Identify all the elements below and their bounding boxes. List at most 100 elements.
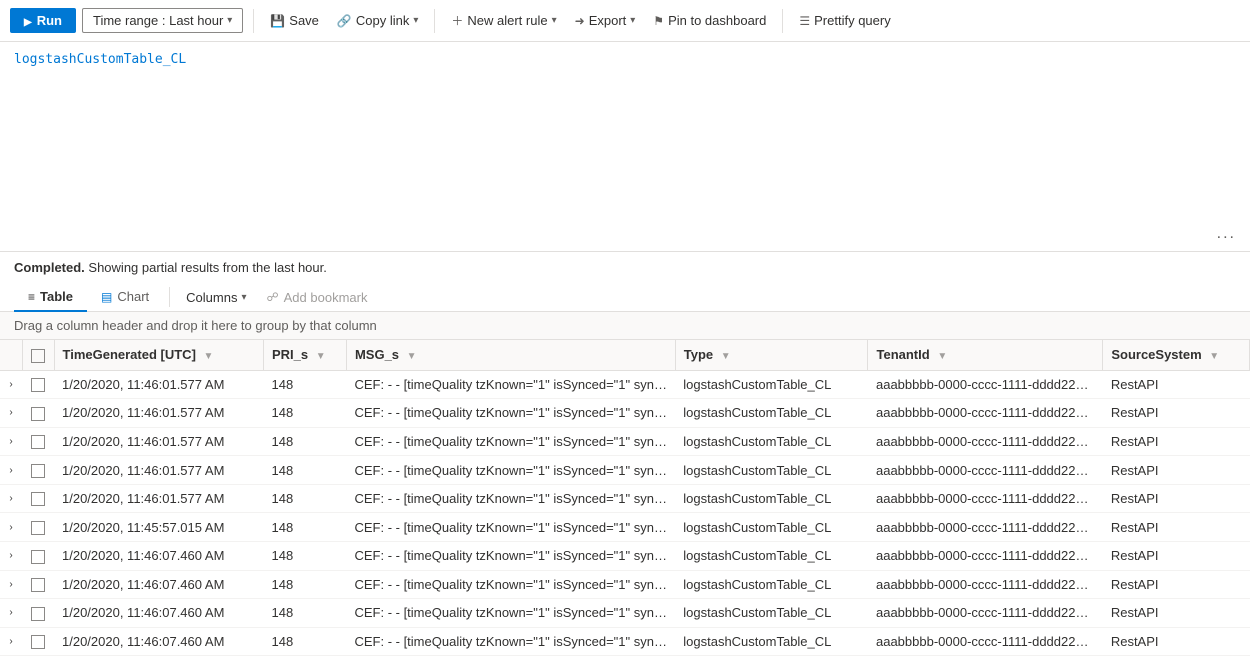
col-msg-header[interactable]: MSG_s ▼ (346, 340, 675, 370)
results-table-wrap[interactable]: TimeGenerated [UTC] ▼ PRI_s ▼ MSG_s ▼ Ty… (0, 340, 1250, 656)
cell-msg_s-6: CEF: - - [timeQuality tzKnown="1" isSync… (346, 541, 675, 570)
drag-hint: Drag a column header and drop it here to… (0, 312, 1250, 340)
prettify-query-button[interactable]: ☰ Prettify query (793, 9, 896, 32)
export-button[interactable]: ➜ Export ▾ (569, 9, 642, 32)
cell-type-0: logstashCustomTable_CL (675, 370, 868, 399)
query-editor[interactable]: logstashCustomTable_CL ... (0, 42, 1250, 252)
row-checkbox-6[interactable] (22, 541, 54, 570)
separator (253, 9, 254, 33)
drag-hint-text: Drag a column header and drop it here to… (14, 318, 377, 333)
row-checkbox-4[interactable] (22, 484, 54, 513)
cell-tenantid-7: aaabbbbb-0000-cccc-1111-dddd2222eeee (868, 570, 1103, 599)
row-expand-4[interactable]: › (0, 484, 22, 513)
checkbox-4[interactable] (31, 492, 45, 506)
cell-sourcesystem-5: RestAPI (1103, 513, 1250, 542)
cell-tenantid-5: aaabbbbb-0000-cccc-1111-dddd2222eeee (868, 513, 1103, 542)
row-expand-7[interactable]: › (0, 570, 22, 599)
checkbox-2[interactable] (31, 435, 45, 449)
row-expand-3[interactable]: › (0, 456, 22, 485)
filter-icon-sourcesystem[interactable]: ▼ (1209, 351, 1219, 362)
filter-icon-tenantid[interactable]: ▼ (937, 351, 947, 362)
cell-sourcesystem-4: RestAPI (1103, 484, 1250, 513)
cell-pri_s-0: 148 (263, 370, 346, 399)
cell-pri_s-3: 148 (263, 456, 346, 485)
checkbox-7[interactable] (31, 578, 45, 592)
run-button[interactable]: Run (10, 8, 76, 33)
cell-pri_s-5: 148 (263, 513, 346, 542)
row-checkbox-7[interactable] (22, 570, 54, 599)
query-text: logstashCustomTable_CL (14, 52, 186, 67)
checkbox-8[interactable] (31, 607, 45, 621)
tab-chart[interactable]: ▤ Chart (87, 283, 163, 312)
tab-table-label: Table (40, 289, 73, 304)
filter-icon-timegenerated[interactable]: ▼ (204, 351, 214, 362)
cell-type-9: logstashCustomTable_CL (675, 627, 868, 656)
new-alert-rule-button[interactable]: ＋ New alert rule ▾ (445, 8, 562, 33)
col-msg-label: MSG_s (355, 347, 399, 362)
checkbox-1[interactable] (31, 407, 45, 421)
row-expand-5[interactable]: › (0, 513, 22, 542)
tab-chart-label: Chart (117, 289, 149, 304)
time-range-label: Time range : Last hour (93, 13, 223, 28)
tab-table[interactable]: ≡ Table (14, 283, 87, 312)
checkbox-9[interactable] (31, 635, 45, 649)
pin-to-dashboard-button[interactable]: ⚑ Pin to dashboard (647, 9, 772, 32)
copy-link-button[interactable]: 🔗 Copy link ▾ (331, 9, 424, 32)
columns-label: Columns (186, 290, 237, 305)
time-range-button[interactable]: Time range : Last hour ▾ (82, 8, 243, 33)
row-expand-6[interactable]: › (0, 541, 22, 570)
header-checkbox[interactable] (31, 349, 45, 363)
col-pri-header[interactable]: PRI_s ▼ (263, 340, 346, 370)
col-type-header[interactable]: Type ▼ (675, 340, 868, 370)
row-checkbox-2[interactable] (22, 427, 54, 456)
cell-sourcesystem-0: RestAPI (1103, 370, 1250, 399)
col-type-label: Type (684, 347, 713, 362)
checkbox-0[interactable] (31, 378, 45, 392)
export-icon: ➜ (575, 14, 585, 28)
cell-pri_s-6: 148 (263, 541, 346, 570)
more-options-dots: ... (1217, 225, 1236, 243)
col-sourcesystem-header[interactable]: SourceSystem ▼ (1103, 340, 1250, 370)
col-timegenerated-header[interactable]: TimeGenerated [UTC] ▼ (54, 340, 263, 370)
separator3 (782, 9, 783, 33)
cell-msg_s-4: CEF: - - [timeQuality tzKnown="1" isSync… (346, 484, 675, 513)
table-body: ›1/20/2020, 11:46:01.577 AM148CEF: - - [… (0, 370, 1250, 656)
row-expand-0[interactable]: › (0, 370, 22, 399)
row-expand-8[interactable]: › (0, 599, 22, 628)
new-alert-rule-label: New alert rule (467, 13, 547, 28)
row-expand-9[interactable]: › (0, 627, 22, 656)
prettify-icon: ☰ (799, 14, 810, 28)
row-expand-2[interactable]: › (0, 427, 22, 456)
columns-button[interactable]: Columns ▾ (176, 284, 256, 311)
cell-timegenerated-5: 1/20/2020, 11:45:57.015 AM (54, 513, 263, 542)
table-icon: ≡ (28, 290, 35, 304)
row-checkbox-5[interactable] (22, 513, 54, 542)
save-button[interactable]: 💾 Save (264, 9, 325, 32)
row-checkbox-1[interactable] (22, 399, 54, 428)
table-header-row: TimeGenerated [UTC] ▼ PRI_s ▼ MSG_s ▼ Ty… (0, 340, 1250, 370)
filter-icon-msg[interactable]: ▼ (407, 351, 417, 362)
row-checkbox-0[interactable] (22, 370, 54, 399)
cell-timegenerated-9: 1/20/2020, 11:46:07.460 AM (54, 627, 263, 656)
checkbox-6[interactable] (31, 550, 45, 564)
checkbox-5[interactable] (31, 521, 45, 535)
cell-timegenerated-6: 1/20/2020, 11:46:07.460 AM (54, 541, 263, 570)
row-checkbox-3[interactable] (22, 456, 54, 485)
cell-sourcesystem-8: RestAPI (1103, 599, 1250, 628)
add-bookmark-button[interactable]: ☍ Add bookmark (256, 284, 377, 311)
cell-pri_s-2: 148 (263, 427, 346, 456)
row-checkbox-8[interactable] (22, 599, 54, 628)
row-expand-1[interactable]: › (0, 399, 22, 428)
checkbox-3[interactable] (31, 464, 45, 478)
col-timegenerated-label: TimeGenerated [UTC] (63, 347, 196, 362)
col-tenantid-header[interactable]: TenantId ▼ (868, 340, 1103, 370)
cell-timegenerated-0: 1/20/2020, 11:46:01.577 AM (54, 370, 263, 399)
row-checkbox-9[interactable] (22, 627, 54, 656)
tab-row: ≡ Table ▤ Chart Columns ▾ ☍ Add bookmark (0, 279, 1250, 312)
cell-pri_s-9: 148 (263, 627, 346, 656)
filter-icon-pri[interactable]: ▼ (316, 351, 326, 362)
filter-icon-type[interactable]: ▼ (721, 351, 731, 362)
status-bar: Completed. Showing partial results from … (0, 252, 1250, 279)
col-check-header[interactable] (22, 340, 54, 370)
cell-tenantid-9: aaabbbbb-0000-cccc-1111-dddd2222eeee (868, 627, 1103, 656)
